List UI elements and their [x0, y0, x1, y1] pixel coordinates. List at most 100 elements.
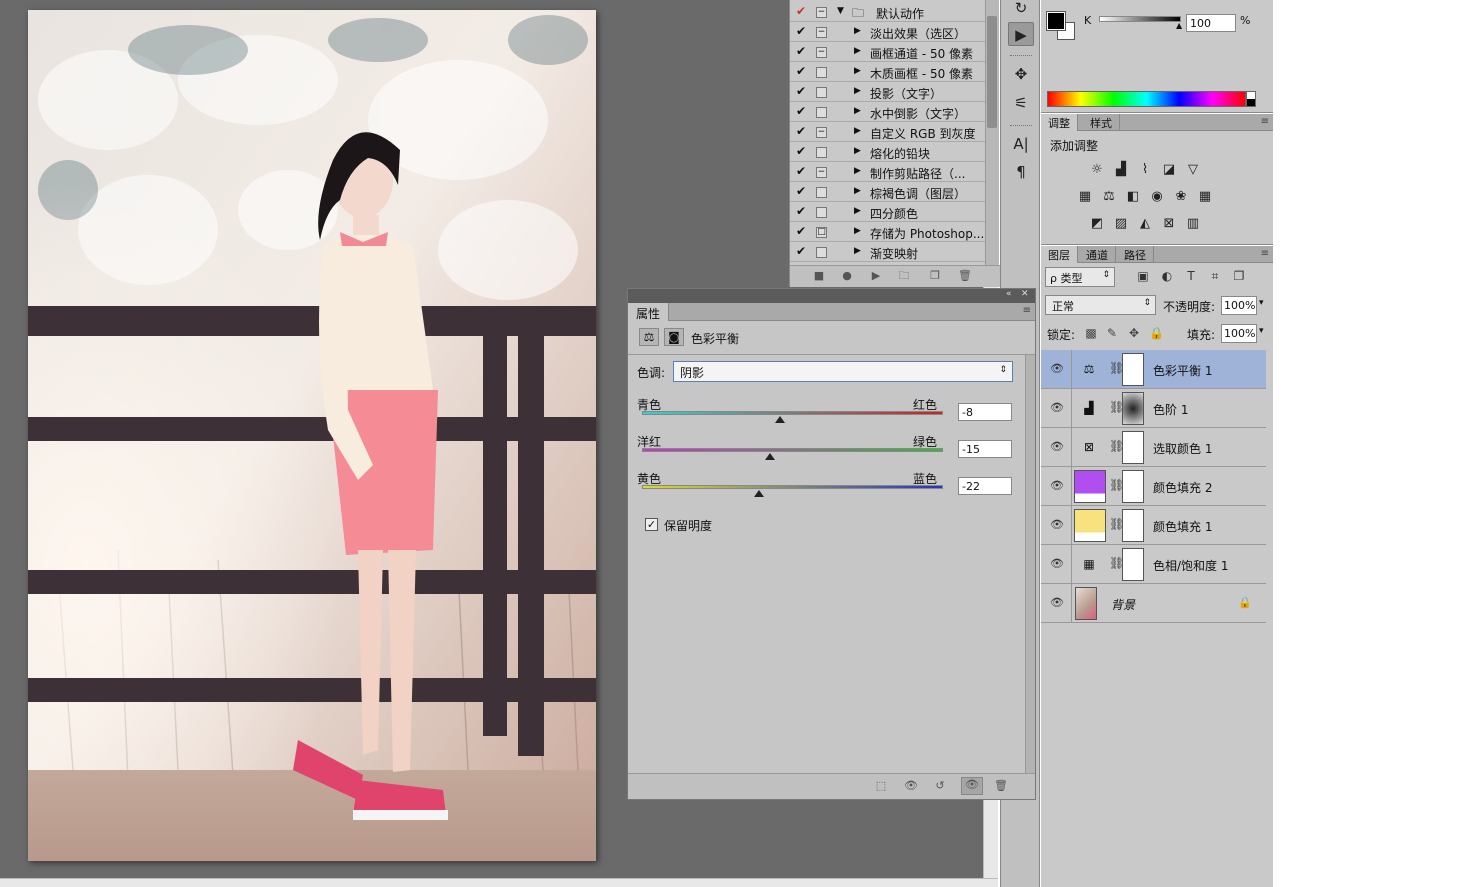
action-row[interactable]: ✔ ▶ 四分颜色: [790, 202, 985, 222]
layer-row[interactable]: 👁 ⚖ ⛓ 色彩平衡 1: [1041, 350, 1266, 389]
action-enabled-check-icon[interactable]: ✔: [796, 64, 808, 78]
new-action-icon[interactable]: ❐: [928, 269, 942, 283]
action-row[interactable]: ✔ − ▶ 自定义 RGB 到灰度: [790, 122, 985, 142]
paragraph-icon[interactable]: ¶: [1008, 160, 1034, 184]
channel-mixer-icon[interactable]: ❀: [1173, 189, 1189, 205]
opacity-dropdown-icon[interactable]: ▾: [1259, 298, 1264, 308]
opacity-input[interactable]: 100%: [1221, 296, 1257, 315]
layer-name[interactable]: 选取颜色 1: [1153, 440, 1212, 457]
filter-pixel-icon[interactable]: ▣: [1135, 268, 1151, 284]
hue-saturation-icon[interactable]: ▦: [1077, 189, 1093, 205]
layer-mask-thumbnail[interactable]: [1122, 509, 1144, 542]
action-row[interactable]: ✔ − ▼ 🗀 默认动作: [790, 2, 985, 22]
dialog-toggle-box[interactable]: [816, 107, 827, 118]
slider-value-input[interactable]: -8: [958, 403, 1012, 421]
trash-icon[interactable]: 🗑: [994, 779, 1008, 793]
photo-filter-icon[interactable]: ◉: [1149, 189, 1165, 205]
triangle-down-icon[interactable]: ▼: [837, 6, 844, 16]
action-row[interactable]: ✔ − ▶ 淡出效果（选区）: [790, 22, 985, 42]
k-slider-knob[interactable]: ▲: [1176, 21, 1182, 30]
lock-transparent-icon[interactable]: ▩: [1084, 326, 1098, 340]
action-row[interactable]: ✔ − ▶ 画框通道 - 50 像素: [790, 42, 985, 62]
lock-position-icon[interactable]: ✥: [1127, 326, 1141, 340]
fill-color-thumbnail[interactable]: [1074, 470, 1106, 503]
action-enabled-check-icon[interactable]: ✔: [796, 204, 808, 218]
triangle-right-icon[interactable]: ▶: [854, 46, 861, 56]
triangle-right-icon[interactable]: ▶: [854, 66, 861, 76]
view-previous-icon[interactable]: 👁: [904, 779, 918, 793]
triangle-right-icon[interactable]: ▶: [854, 206, 861, 216]
triangle-right-icon[interactable]: ▶: [854, 86, 861, 96]
slider-knob[interactable]: [775, 416, 786, 423]
visibility-eye-icon[interactable]: 👁: [1050, 596, 1064, 609]
action-enabled-check-icon[interactable]: ✔: [796, 104, 808, 118]
selective-color-icon[interactable]: ⊠: [1161, 216, 1177, 232]
invert-icon[interactable]: ◩: [1089, 216, 1105, 232]
tab-paths[interactable]: 路径: [1117, 246, 1154, 263]
dialog-toggle-box[interactable]: □: [816, 227, 827, 238]
play-icon[interactable]: ▶: [869, 269, 883, 283]
properties-scrollbar[interactable]: [1025, 355, 1035, 773]
filter-adjustment-icon[interactable]: ◐: [1159, 268, 1175, 284]
visibility-eye-icon[interactable]: 👁: [961, 777, 983, 795]
new-set-folder-icon[interactable]: 🗀: [897, 269, 911, 283]
triangle-right-icon[interactable]: ▶: [854, 26, 861, 36]
layer-name[interactable]: 色阶 1: [1153, 401, 1188, 418]
filter-smart-object-icon[interactable]: ❐: [1231, 268, 1247, 284]
layer-row[interactable]: 👁 ▦ ⛓ 色相/饱和度 1: [1041, 545, 1266, 584]
dialog-toggle-box[interactable]: [816, 147, 827, 158]
mask-icon[interactable]: ◙: [664, 328, 684, 346]
action-row[interactable]: ✔ − ▶ 制作剪贴路径（...: [790, 162, 985, 182]
adjustments-sliders-icon[interactable]: ⚟: [1008, 91, 1034, 115]
properties-title-bar[interactable]: « ✕: [628, 289, 1035, 303]
layer-row[interactable]: 👁 ▟ ⛓ 色阶 1: [1041, 389, 1266, 428]
slider-knob[interactable]: [764, 453, 775, 460]
layer-mask-thumbnail[interactable]: [1122, 431, 1144, 464]
brush-presets-icon[interactable]: ✥: [1008, 62, 1034, 86]
slider-track[interactable]: [642, 448, 943, 452]
blend-mode-select[interactable]: 正常 ⇕: [1045, 295, 1156, 315]
action-enabled-check-icon[interactable]: ✔: [796, 224, 808, 238]
visibility-eye-icon[interactable]: 👁: [1050, 440, 1064, 453]
tab-layers[interactable]: 图层: [1041, 246, 1078, 263]
record-icon[interactable]: ●: [840, 269, 854, 283]
tab-styles[interactable]: 样式: [1083, 114, 1120, 131]
action-enabled-check-icon[interactable]: ✔: [796, 244, 808, 258]
filter-type-icon[interactable]: T: [1183, 268, 1199, 284]
vibrance-icon[interactable]: ▽: [1185, 162, 1201, 178]
layer-name[interactable]: 色相/饱和度 1: [1153, 557, 1229, 574]
layer-row[interactable]: 👁 ⛓ 颜色填充 1: [1041, 506, 1266, 545]
triangle-right-icon[interactable]: ▶: [854, 186, 861, 196]
actions-play-icon[interactable]: ▶: [1008, 22, 1034, 46]
visibility-eye-icon[interactable]: 👁: [1050, 362, 1064, 375]
balance-scale-icon[interactable]: ⚖: [639, 328, 659, 346]
action-row[interactable]: ✔ □ ▶ 存储为 Photoshop...: [790, 222, 985, 242]
visibility-eye-icon[interactable]: 👁: [1050, 557, 1064, 570]
black-white-icon[interactable]: ◧: [1125, 189, 1141, 205]
triangle-right-icon[interactable]: ▶: [854, 246, 861, 256]
layer-name[interactable]: 颜色填充 1: [1153, 518, 1212, 535]
slider-knob[interactable]: [754, 490, 765, 497]
layer-mask-thumbnail[interactable]: [1122, 392, 1144, 425]
levels-icon[interactable]: ▟: [1113, 162, 1129, 178]
visibility-eye-icon[interactable]: 👁: [1050, 401, 1064, 414]
slider-track[interactable]: [642, 485, 943, 489]
dialog-toggle-box[interactable]: [816, 247, 827, 258]
action-row[interactable]: ✔ ▶ 水中倒影（文字）: [790, 102, 985, 122]
action-enabled-check-icon[interactable]: ✔: [796, 144, 808, 158]
triangle-right-icon[interactable]: ▶: [854, 146, 861, 156]
gradient-map-icon[interactable]: ▥: [1185, 216, 1201, 232]
action-enabled-check-icon[interactable]: ✔: [796, 24, 808, 38]
slider-value-input[interactable]: -15: [958, 440, 1012, 458]
character-icon[interactable]: A|: [1008, 132, 1034, 156]
action-row[interactable]: ✔ ▶ 木质画框 - 50 像素: [790, 62, 985, 82]
triangle-right-icon[interactable]: ▶: [854, 226, 861, 236]
color-spectrum-bar[interactable]: [1047, 91, 1246, 107]
triangle-right-icon[interactable]: ▶: [854, 126, 861, 136]
color-lookup-icon[interactable]: ▦: [1197, 189, 1213, 205]
dialog-toggle-box[interactable]: [816, 187, 827, 198]
layer-filter-select[interactable]: ρ 类型 ⇕: [1045, 267, 1115, 287]
fill-dropdown-icon[interactable]: ▾: [1259, 326, 1264, 336]
trash-icon[interactable]: 🗑: [958, 269, 972, 283]
k-slider[interactable]: [1099, 16, 1181, 22]
